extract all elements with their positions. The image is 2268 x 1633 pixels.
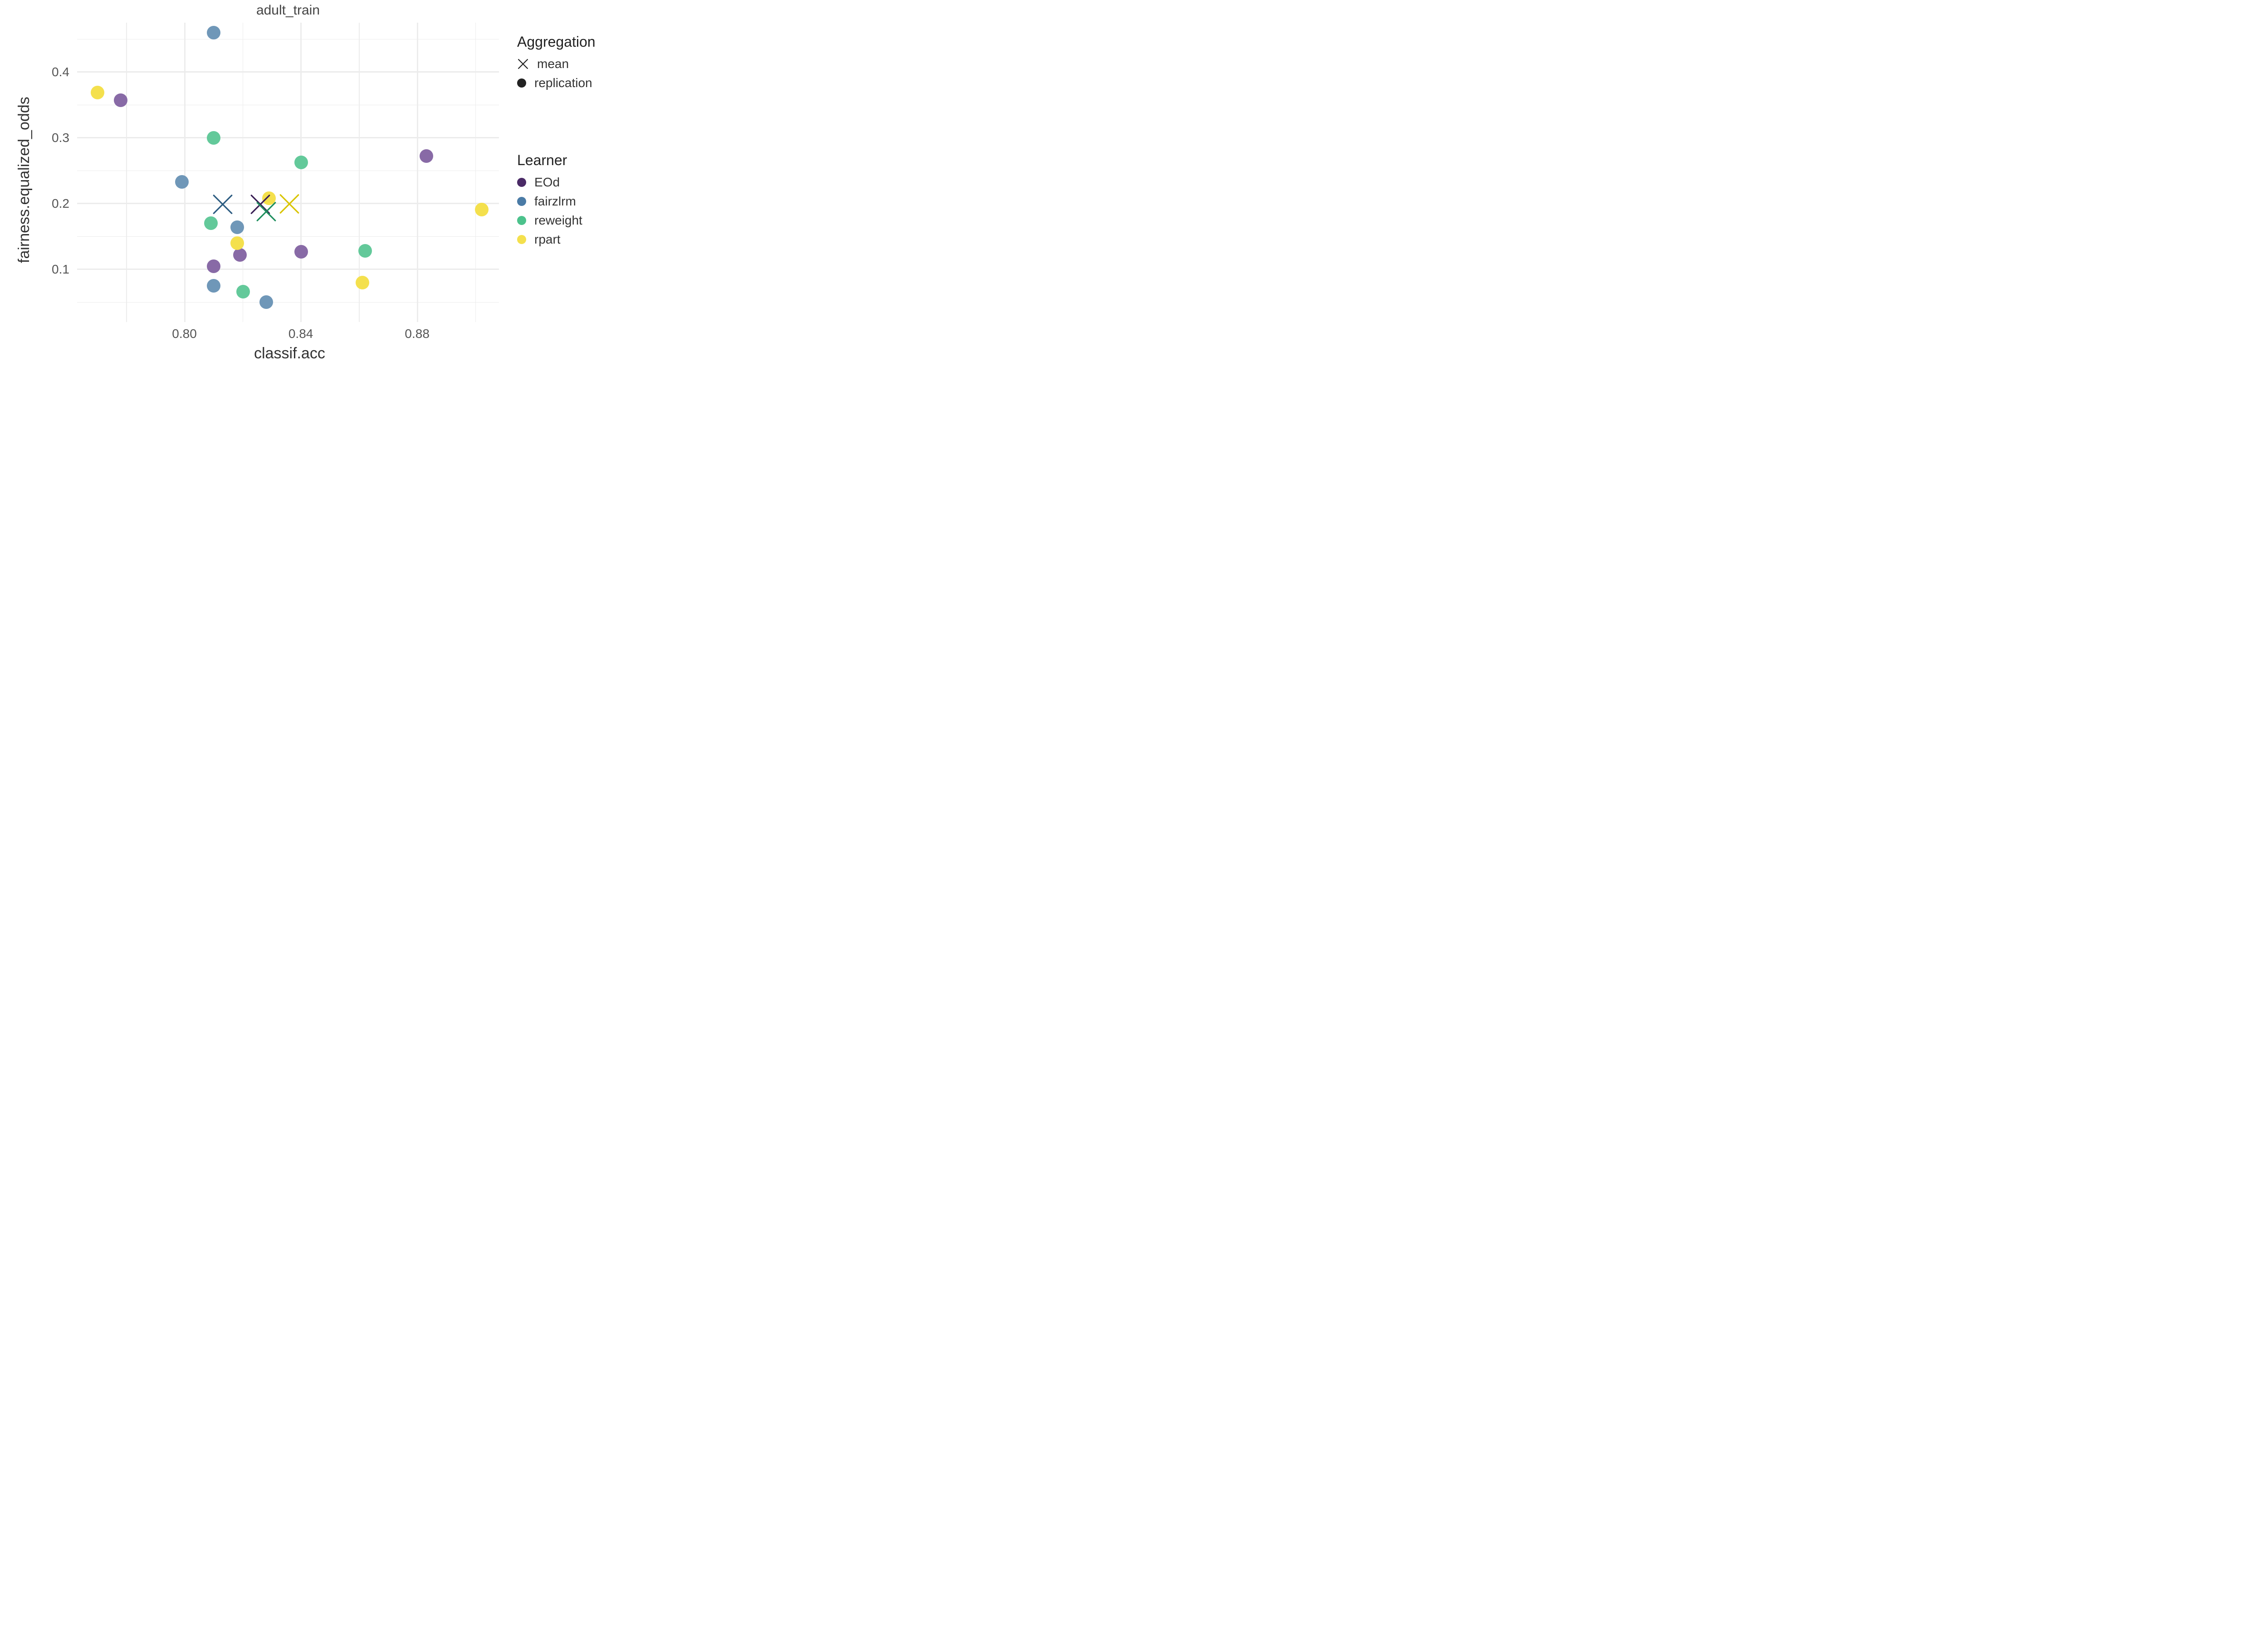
x-tick-label: 0.84	[288, 327, 313, 341]
cross-icon	[517, 58, 529, 70]
x-axis-label: classif.acc	[254, 345, 325, 362]
grid-horizontal	[77, 137, 499, 138]
data-point	[207, 131, 220, 145]
data-point	[475, 203, 489, 216]
legend-item-reweight: reweight	[517, 213, 582, 228]
x-tick-label: 0.80	[172, 327, 197, 341]
y-tick-label: 0.4	[52, 65, 69, 79]
grid-vertical	[184, 23, 186, 322]
dot-icon	[517, 178, 526, 187]
grid-vertical	[300, 23, 302, 322]
data-point	[175, 175, 189, 189]
grid-horizontal	[77, 203, 499, 204]
legend-item-rpart: rpart	[517, 232, 582, 247]
dot-icon	[517, 197, 526, 206]
data-point	[207, 259, 220, 273]
grid-horizontal	[77, 236, 499, 237]
legend-learner-title: Learner	[517, 152, 582, 169]
data-point	[207, 26, 220, 39]
data-point	[230, 220, 244, 234]
grid-horizontal	[77, 269, 499, 270]
legend-item-replication: replication	[517, 76, 596, 90]
grid-horizontal	[77, 71, 499, 73]
y-tick-label: 0.1	[52, 262, 69, 277]
legend-label: replication	[534, 76, 592, 90]
grid-horizontal	[77, 105, 499, 106]
y-tick-label: 0.2	[52, 196, 69, 211]
legend-learner: Learner EOd fairzlrm reweight rpart	[517, 152, 582, 251]
data-point	[294, 245, 308, 259]
dot-icon	[517, 216, 526, 225]
data-point	[262, 191, 276, 205]
data-point	[356, 276, 369, 289]
plot-panel	[77, 23, 499, 322]
data-point	[114, 93, 127, 107]
x-tick-label: 0.88	[405, 327, 430, 341]
legend-label: mean	[537, 57, 569, 71]
data-point	[207, 279, 220, 293]
legend-label: reweight	[534, 213, 582, 228]
legend-item-EOd: EOd	[517, 175, 582, 190]
data-point	[358, 244, 372, 258]
grid-vertical	[417, 23, 418, 322]
grid-vertical	[475, 23, 476, 322]
data-point	[230, 236, 244, 250]
grid-horizontal	[77, 302, 499, 303]
legend-item-mean: mean	[517, 57, 596, 71]
figure: adult_train fairness.equalized_odds clas…	[0, 0, 671, 370]
dot-icon	[517, 235, 526, 244]
legend-label: rpart	[534, 232, 561, 247]
data-point	[420, 149, 433, 163]
facet-title: adult_train	[77, 3, 499, 18]
y-axis-label: fairness.equalized_odds	[15, 97, 33, 263]
legend-aggregation: Aggregation mean replication	[517, 34, 596, 95]
legend-label: fairzlrm	[534, 194, 576, 209]
data-point	[91, 86, 104, 99]
y-tick-label: 0.3	[52, 131, 69, 145]
legend-item-fairzlrm: fairzlrm	[517, 194, 582, 209]
data-point	[233, 248, 247, 262]
grid-vertical	[126, 23, 127, 322]
grid-horizontal	[77, 39, 499, 40]
data-point	[236, 285, 250, 298]
legend-aggregation-title: Aggregation	[517, 34, 596, 50]
grid-vertical	[243, 23, 244, 322]
dot-icon	[517, 78, 526, 88]
data-point	[204, 216, 218, 230]
data-point	[259, 295, 273, 309]
legend-label: EOd	[534, 175, 560, 190]
data-point	[294, 156, 308, 169]
